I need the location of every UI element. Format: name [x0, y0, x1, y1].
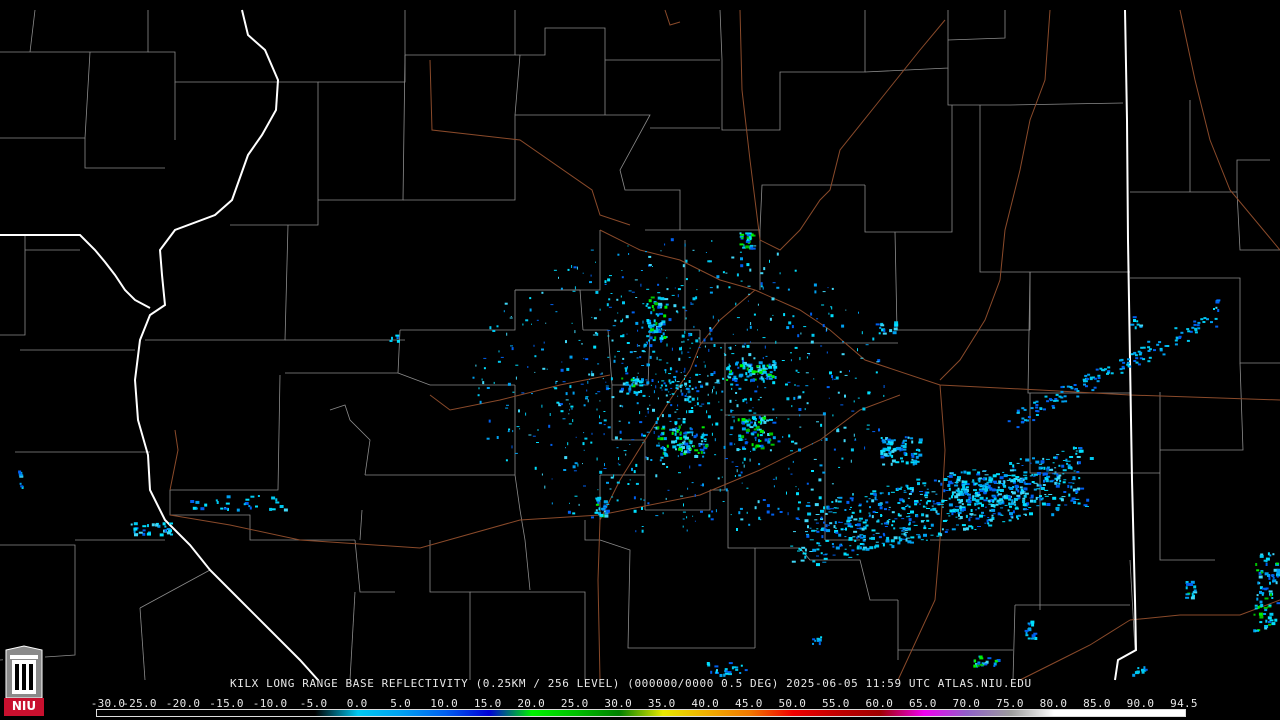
colorbar-segment: [575, 710, 620, 716]
colorbar-segment: [140, 710, 185, 716]
logo-text: NIU: [11, 699, 37, 713]
colorbar-segment: [619, 710, 663, 716]
colorbar-segment: [706, 710, 750, 716]
colorbar-segment: [1141, 710, 1185, 716]
colorbar-segment: [401, 710, 446, 716]
reflectivity-colorbar: [96, 709, 1186, 717]
colorbar-segment: [227, 710, 272, 716]
colorbar-segment: [271, 710, 315, 716]
colorbar-segment: [749, 710, 794, 716]
radar-map: [0, 0, 1280, 720]
colorbar-segment: [967, 710, 1011, 716]
colorbar-segment: [532, 710, 576, 716]
colorbar-segment: [358, 710, 402, 716]
colorbar-segment: [184, 710, 228, 716]
colorbar-segment: [1010, 710, 1055, 716]
colorbar-segment: [793, 710, 837, 716]
colorbar-segment: [880, 710, 924, 716]
logo: NIU: [2, 645, 46, 717]
colorbar-segment: [1097, 710, 1142, 716]
scale-labels: -30.0 -25.0 -20.0 -15.0 -10.0 -5.0 0.0 5.0 10.0 1…: [91, 697, 1198, 710]
colorbar-segment: [1054, 710, 1098, 716]
colorbar-segment: [97, 710, 141, 716]
colorbar-segment: [662, 710, 707, 716]
colorbar-segment: [314, 710, 359, 716]
colorbar-segment: [488, 710, 533, 716]
colorbar-segment: [923, 710, 968, 716]
colorbar-segment: [445, 710, 489, 716]
colorbar-segment: [836, 710, 881, 716]
map-caption: KILX LONG RANGE BASE REFLECTIVITY (0.25K…: [230, 677, 1032, 690]
